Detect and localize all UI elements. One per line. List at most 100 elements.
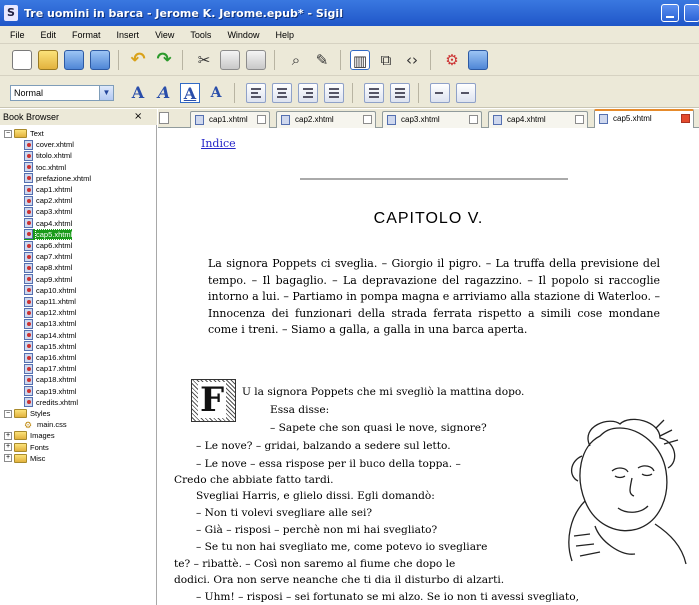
html-file-icon <box>24 195 33 206</box>
copy-icon[interactable] <box>220 50 240 70</box>
paste-icon[interactable] <box>246 50 266 70</box>
style-select[interactable]: Normal ▼ <box>10 85 114 101</box>
tree-item-cap14[interactable]: cap14.xhtml <box>24 330 76 341</box>
menu-edit[interactable]: Edit <box>41 30 57 40</box>
folder-misc[interactable]: + Misc <box>4 453 45 464</box>
tree-item-cap18[interactable]: cap18.xhtml <box>24 374 76 385</box>
align-center-icon[interactable] <box>272 83 292 103</box>
heading-button-4[interactable]: A <box>206 83 226 103</box>
increase-indent-icon[interactable] <box>456 83 476 103</box>
tree-item-cap2[interactable]: cap2.xhtml <box>24 195 72 206</box>
tree-item-label: cap2.xhtml <box>36 196 73 206</box>
menu-view[interactable]: View <box>155 30 174 40</box>
tree-item-cap11[interactable]: cap11.xhtml <box>24 296 76 307</box>
tree-item-cap9[interactable]: cap9.xhtml <box>24 274 72 285</box>
tab-cap3[interactable]: cap3.xhtml <box>382 111 482 128</box>
tree-item-label: cap8.xhtml <box>36 263 73 273</box>
bullet-list-icon[interactable] <box>364 83 384 103</box>
menu-window[interactable]: Window <box>227 30 259 40</box>
tree-item-credits[interactable]: credits.xhtml <box>24 397 78 408</box>
expander-icon[interactable]: − <box>4 129 12 138</box>
tree-item-cap1[interactable]: cap1.xhtml <box>24 184 72 195</box>
toolbar-separator <box>234 83 235 103</box>
chapter-title: CAPITOLO V. <box>373 210 484 227</box>
window-title: Tre uomini in barca - Jerome K. Jerome.e… <box>24 6 343 20</box>
minimize-button[interactable] <box>661 4 679 22</box>
menu-format[interactable]: Format <box>72 30 101 40</box>
maximize-button[interactable] <box>684 4 699 22</box>
tree-item-cap7[interactable]: cap7.xhtml <box>24 251 72 262</box>
index-link[interactable]: Indice <box>201 137 236 150</box>
spellcheck-icon[interactable]: ✎ <box>312 50 332 70</box>
chevron-down-icon[interactable]: ▼ <box>99 86 113 100</box>
tab-scroll-icon[interactable] <box>159 112 169 124</box>
decrease-indent-icon[interactable] <box>430 83 450 103</box>
book-view[interactable]: Indice CAPITOLO V. La signora Poppets ci… <box>158 128 699 605</box>
tree-item-cap15[interactable]: cap15.xhtml <box>24 341 76 352</box>
tree-item-cap5[interactable]: cap5.xhtml <box>24 228 74 240</box>
tree-item-toc[interactable]: toc.xhtml <box>24 162 66 173</box>
html-file-icon <box>24 139 33 150</box>
close-icon[interactable]: × <box>134 109 142 125</box>
heading-button-1[interactable]: A <box>128 83 148 103</box>
close-icon[interactable] <box>681 114 690 123</box>
save-as-icon[interactable] <box>90 50 110 70</box>
undo-icon[interactable]: ↶ <box>128 50 148 70</box>
close-icon[interactable] <box>469 115 478 124</box>
menu-help[interactable]: Help <box>275 30 294 40</box>
menu-file[interactable]: File <box>10 30 25 40</box>
folder-images[interactable]: + Images <box>4 430 55 441</box>
open-folder-icon[interactable] <box>38 50 58 70</box>
align-right-icon[interactable] <box>298 83 318 103</box>
tree-item-cap4[interactable]: cap4.xhtml <box>24 218 72 229</box>
validate-icon[interactable]: ⚙ <box>442 50 462 70</box>
close-icon[interactable] <box>257 115 266 124</box>
book-view-icon[interactable]: ▥ <box>350 50 370 70</box>
folder-styles[interactable]: − Styles <box>4 408 50 419</box>
folder-text[interactable]: − Text <box>4 128 44 139</box>
close-icon[interactable] <box>575 115 584 124</box>
expander-icon[interactable]: + <box>4 443 12 452</box>
heading-button-3[interactable]: A <box>180 83 200 103</box>
html-file-icon <box>24 296 33 307</box>
heading-button-2[interactable]: A <box>154 83 174 103</box>
tree-item-cap16[interactable]: cap16.xhtml <box>24 352 76 363</box>
align-left-icon[interactable] <box>246 83 266 103</box>
align-justify-icon[interactable] <box>324 83 344 103</box>
tree-item-cap19[interactable]: cap19.xhtml <box>24 386 76 397</box>
close-icon[interactable] <box>363 115 372 124</box>
menu-tools[interactable]: Tools <box>190 30 211 40</box>
save-icon[interactable] <box>64 50 84 70</box>
tree-item-cap8[interactable]: cap8.xhtml <box>24 262 72 273</box>
tree-item-cap6[interactable]: cap6.xhtml <box>24 240 72 251</box>
tree-item-prefazione[interactable]: prefazione.xhtml <box>24 173 91 184</box>
new-document-icon[interactable] <box>12 50 32 70</box>
cut-icon[interactable]: ✂ <box>194 50 214 70</box>
menu-insert[interactable]: Insert <box>117 30 140 40</box>
split-view-icon[interactable]: ⧉ <box>376 50 396 70</box>
html-file-icon <box>24 386 33 397</box>
tab-cap2[interactable]: cap2.xhtml <box>276 111 376 128</box>
tab-cap1[interactable]: cap1.xhtml <box>190 111 270 128</box>
find-icon[interactable]: ⌕ <box>286 50 306 70</box>
tree-item-cap13[interactable]: cap13.xhtml <box>24 318 76 329</box>
tree-item-titolo[interactable]: titolo.xhtml <box>24 150 72 161</box>
folder-fonts[interactable]: + Fonts <box>4 442 49 453</box>
tab-cap5[interactable]: cap5.xhtml <box>594 109 694 128</box>
tree-item-cover[interactable]: cover.xhtml <box>24 139 74 150</box>
tree-item-cap17[interactable]: cap17.xhtml <box>24 363 76 374</box>
tree-item-cap12[interactable]: cap12.xhtml <box>24 307 76 318</box>
expander-icon[interactable]: + <box>4 454 12 463</box>
metadata-icon[interactable] <box>468 50 488 70</box>
tree-item-cap10[interactable]: cap10.xhtml <box>24 285 76 296</box>
redo-icon[interactable]: ↷ <box>154 50 174 70</box>
tab-cap4[interactable]: cap4.xhtml <box>488 111 588 128</box>
expander-icon[interactable]: − <box>4 409 12 418</box>
body-line: Svegliai Harris, e glielo dissi. Egli do… <box>196 490 435 502</box>
tree-item-cap3[interactable]: cap3.xhtml <box>24 206 72 217</box>
tab-strip: cap1.xhtml cap2.xhtml cap3.xhtml cap4.xh… <box>158 109 699 128</box>
expander-icon[interactable]: + <box>4 431 12 440</box>
tree-item-main-css[interactable]: ⚙ main.css <box>24 419 67 430</box>
numbered-list-icon[interactable] <box>390 83 410 103</box>
code-view-icon[interactable]: ‹› <box>402 50 422 70</box>
